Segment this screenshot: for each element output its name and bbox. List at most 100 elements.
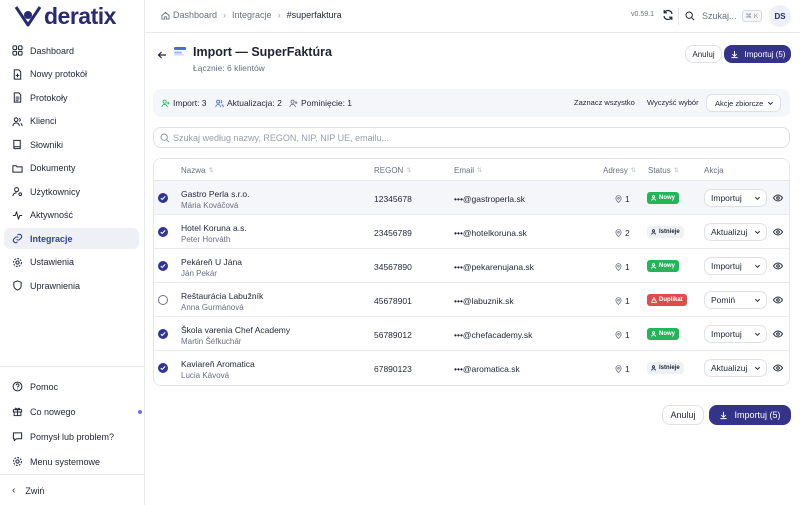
status-label: Istnieje <box>659 365 680 371</box>
table-row[interactable]: Reštaurácia Labužník Anna Gurmánová 4567… <box>154 283 789 317</box>
topbar: Dashboard › Integracje › #superfaktura v… <box>145 0 800 33</box>
eye-icon[interactable] <box>773 227 783 237</box>
sidebar-item-system-menu[interactable]: Menu systemowe <box>4 451 139 472</box>
page-title: Import — SuperFaktúra <box>193 45 332 59</box>
select-all-button[interactable]: Zaznacz wszystko <box>574 98 635 107</box>
footer-cancel-button[interactable]: Anuluj <box>662 405 704 425</box>
row-checkbox[interactable] <box>158 227 168 237</box>
address-count: 1 <box>625 330 630 340</box>
download-icon <box>730 50 738 58</box>
footer-import-button[interactable]: Importuj (5) <box>709 405 791 425</box>
client-email: •••@aromatica.sk <box>454 364 520 374</box>
sidebar-item-whats-new[interactable]: Co nowego <box>4 401 142 422</box>
global-search-button[interactable]: Szukaj... ⌘ K <box>685 7 763 25</box>
status-badge: Nowy <box>647 192 680 204</box>
sidebar-item-label: Ustawienia <box>30 257 75 267</box>
row-action-select[interactable]: Aktualizuj <box>704 359 767 377</box>
eye-icon[interactable] <box>773 329 783 339</box>
sidebar-item-activity[interactable]: Aktywność <box>4 205 139 226</box>
column-email[interactable]: Email ⇅ <box>454 166 482 175</box>
address-count: 1 <box>625 296 630 306</box>
eye-icon[interactable] <box>773 261 783 271</box>
column-regon[interactable]: REGON ⇅ <box>374 166 411 175</box>
sidebar-item-help[interactable]: Pomoc <box>4 376 139 397</box>
map-pin-icon <box>615 195 622 203</box>
row-action-select[interactable]: Importuj <box>704 257 767 275</box>
clear-selection-button[interactable]: Wyczyść wybór <box>647 98 699 107</box>
logo[interactable]: deratix <box>14 3 116 29</box>
sidebar-item-settings[interactable]: Ustawienia <box>4 252 139 273</box>
sidebar-item-clients[interactable]: Klienci <box>4 111 139 132</box>
table-row[interactable]: Pekáreň U Jána Ján Pekár 34567890 •••@pe… <box>154 249 789 283</box>
column-addresses[interactable]: Adresy ⇅ <box>603 166 636 175</box>
row-action-label: Importuj <box>711 193 742 203</box>
row-action-select[interactable]: Pomiń <box>704 291 767 309</box>
summary-import: Import: 3 <box>161 98 207 108</box>
map-pin-icon <box>615 297 622 305</box>
row-checkbox[interactable] <box>158 363 168 373</box>
chevron-down-icon <box>754 264 761 269</box>
map-pin-icon <box>615 365 622 373</box>
client-name: Pekáreň U Jána <box>181 257 242 267</box>
back-arrow-icon[interactable] <box>157 50 167 60</box>
breadcrumb-current: #superfaktura <box>286 10 342 20</box>
column-name[interactable]: Nazwa ⇅ <box>181 166 213 175</box>
row-checkbox[interactable] <box>158 261 168 271</box>
sidebar-item-dictionaries[interactable]: Słowniki <box>4 134 139 155</box>
eye-icon[interactable] <box>773 295 783 305</box>
row-checkbox[interactable] <box>158 295 168 305</box>
status-label: Duplikat <box>659 297 683 303</box>
client-regon: 56789012 <box>374 330 412 340</box>
row-action-select[interactable]: Aktualizuj <box>704 223 767 241</box>
breadcrumb-dashboard[interactable]: Dashboard <box>173 10 217 20</box>
column-status[interactable]: Status ⇅ <box>648 166 679 175</box>
avatar[interactable]: DS <box>769 5 791 27</box>
client-name: Reštaurácia Labužník <box>181 291 264 301</box>
sidebar-item-feedback[interactable]: Pomysł lub problem? <box>4 426 139 447</box>
table-row[interactable]: Škola varenia Chef Academy Martin Šéfkuc… <box>154 317 789 351</box>
eye-icon[interactable] <box>773 193 783 203</box>
breadcrumb-integrations[interactable]: Integracje <box>232 10 272 20</box>
row-action-select[interactable]: Importuj <box>704 325 767 343</box>
cancel-button[interactable]: Anuluj <box>685 45 722 63</box>
collapse-sidebar-button[interactable]: ‹ Zwiń <box>4 480 139 501</box>
bulk-actions-dropdown[interactable]: Akcje zbiorcze <box>706 94 781 112</box>
row-action-select[interactable]: Importuj <box>704 189 767 207</box>
sidebar-item-permissions[interactable]: Uprawnienia <box>4 275 139 296</box>
clients-search-input[interactable]: Szukaj według nazwy, REGON, NIP, NIP UE,… <box>153 127 790 148</box>
sidebar-item-integrations[interactable]: Integracje <box>4 228 139 249</box>
search-icon <box>685 11 695 21</box>
sidebar-item-dashboard[interactable]: Dashboard <box>4 40 139 61</box>
sidebar: deratix Dashboard Nowy protokół Protokoł… <box>0 0 145 505</box>
client-contact: Mária Kováčová <box>181 201 239 210</box>
sidebar-item-protocols[interactable]: Protokoły <box>4 87 139 108</box>
client-name: Hotel Koruna a.s. <box>181 223 247 233</box>
sidebar-item-label: Nowy protokół <box>30 69 88 79</box>
column-label: Status <box>648 166 671 175</box>
global-search-label: Szukaj... <box>702 11 737 21</box>
search-shortcut: ⌘ K <box>741 10 763 22</box>
dashboard-icon <box>12 45 23 56</box>
row-checkbox[interactable] <box>158 193 168 203</box>
table-row[interactable]: Kaviareň Aromatica Lucia Kávová 67890123… <box>154 351 789 385</box>
sidebar-item-new-protocol[interactable]: Nowy protokół <box>4 64 139 85</box>
table-row[interactable]: Hotel Koruna a.s. Peter Horváth 23456789… <box>154 215 789 249</box>
sidebar-divider <box>0 366 145 367</box>
row-action-label: Importuj <box>711 261 742 271</box>
link-icon <box>12 233 23 244</box>
alert-icon <box>651 297 657 303</box>
sidebar-item-label: Dokumenty <box>30 163 76 173</box>
table-row[interactable]: Gastro Perla s.r.o. Mária Kováčová 12345… <box>154 181 789 215</box>
eye-icon[interactable] <box>773 363 783 373</box>
user-plus-icon <box>651 195 656 201</box>
row-checkbox[interactable] <box>158 329 168 339</box>
client-addresses: 1 <box>615 364 630 374</box>
sidebar-item-label: Pomysł lub problem? <box>30 431 115 442</box>
status-badge: Nowy <box>647 328 680 340</box>
client-email: •••@chefacademy.sk <box>454 330 533 340</box>
import-button[interactable]: Importuj (5) <box>724 45 791 63</box>
chevron-left-icon: ‹ <box>12 485 16 496</box>
sidebar-item-users[interactable]: Użytkownicy <box>4 181 139 202</box>
refresh-icon[interactable] <box>662 9 674 21</box>
sidebar-item-documents[interactable]: Dokumenty <box>4 158 139 179</box>
